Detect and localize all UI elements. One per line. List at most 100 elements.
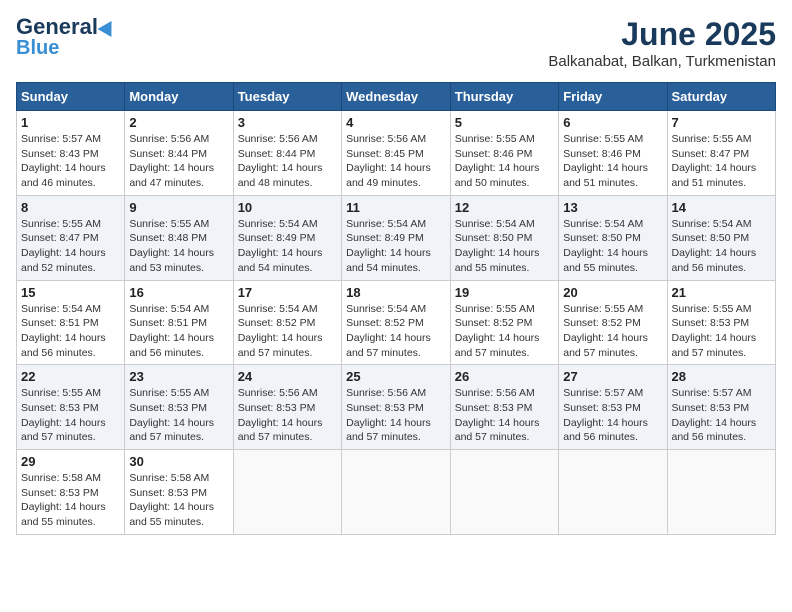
day-number: 22: [21, 369, 120, 384]
table-row: 27 Sunrise: 5:57 AM Sunset: 8:53 PM Dayl…: [559, 365, 667, 450]
table-row: 17 Sunrise: 5:54 AM Sunset: 8:52 PM Dayl…: [233, 280, 341, 365]
day-number: 14: [672, 200, 772, 215]
day-detail: Sunrise: 5:58 AM Sunset: 8:53 PM Dayligh…: [21, 471, 120, 530]
table-row: 11 Sunrise: 5:54 AM Sunset: 8:49 PM Dayl…: [342, 195, 451, 280]
day-number: 1: [21, 115, 120, 130]
logo-text-general: General: [16, 16, 98, 38]
calendar-week-row: 15 Sunrise: 5:54 AM Sunset: 8:51 PM Dayl…: [17, 280, 776, 365]
table-row: [450, 450, 558, 535]
table-row: 28 Sunrise: 5:57 AM Sunset: 8:53 PM Dayl…: [667, 365, 776, 450]
day-detail: Sunrise: 5:56 AM Sunset: 8:53 PM Dayligh…: [346, 386, 446, 445]
day-detail: Sunrise: 5:54 AM Sunset: 8:50 PM Dayligh…: [563, 217, 662, 276]
day-detail: Sunrise: 5:58 AM Sunset: 8:53 PM Dayligh…: [129, 471, 228, 530]
day-detail: Sunrise: 5:54 AM Sunset: 8:51 PM Dayligh…: [21, 302, 120, 361]
table-row: [342, 450, 451, 535]
day-detail: Sunrise: 5:54 AM Sunset: 8:50 PM Dayligh…: [455, 217, 554, 276]
day-detail: Sunrise: 5:54 AM Sunset: 8:49 PM Dayligh…: [346, 217, 446, 276]
day-number: 7: [672, 115, 772, 130]
day-number: 3: [238, 115, 337, 130]
table-row: 13 Sunrise: 5:54 AM Sunset: 8:50 PM Dayl…: [559, 195, 667, 280]
table-row: 18 Sunrise: 5:54 AM Sunset: 8:52 PM Dayl…: [342, 280, 451, 365]
day-number: 24: [238, 369, 337, 384]
day-number: 26: [455, 369, 554, 384]
table-row: 7 Sunrise: 5:55 AM Sunset: 8:47 PM Dayli…: [667, 111, 776, 196]
table-row: 9 Sunrise: 5:55 AM Sunset: 8:48 PM Dayli…: [125, 195, 233, 280]
day-detail: Sunrise: 5:55 AM Sunset: 8:53 PM Dayligh…: [129, 386, 228, 445]
day-number: 23: [129, 369, 228, 384]
header-saturday: Saturday: [667, 83, 776, 111]
day-number: 19: [455, 285, 554, 300]
day-detail: Sunrise: 5:54 AM Sunset: 8:51 PM Dayligh…: [129, 302, 228, 361]
table-row: 24 Sunrise: 5:56 AM Sunset: 8:53 PM Dayl…: [233, 365, 341, 450]
table-row: 15 Sunrise: 5:54 AM Sunset: 8:51 PM Dayl…: [17, 280, 125, 365]
table-row: [559, 450, 667, 535]
day-detail: Sunrise: 5:56 AM Sunset: 8:53 PM Dayligh…: [455, 386, 554, 445]
day-number: 21: [672, 285, 772, 300]
calendar-week-row: 1 Sunrise: 5:57 AM Sunset: 8:43 PM Dayli…: [17, 111, 776, 196]
table-row: [667, 450, 776, 535]
day-detail: Sunrise: 5:54 AM Sunset: 8:52 PM Dayligh…: [346, 302, 446, 361]
calendar-week-row: 29 Sunrise: 5:58 AM Sunset: 8:53 PM Dayl…: [17, 450, 776, 535]
table-row: 5 Sunrise: 5:55 AM Sunset: 8:46 PM Dayli…: [450, 111, 558, 196]
day-number: 10: [238, 200, 337, 215]
day-number: 20: [563, 285, 662, 300]
calendar-header: Sunday Monday Tuesday Wednesday Thursday…: [17, 83, 776, 111]
header-sunday: Sunday: [17, 83, 125, 111]
logo: General Blue: [16, 16, 116, 58]
day-detail: Sunrise: 5:56 AM Sunset: 8:44 PM Dayligh…: [129, 132, 228, 191]
day-detail: Sunrise: 5:55 AM Sunset: 8:52 PM Dayligh…: [563, 302, 662, 361]
day-detail: Sunrise: 5:57 AM Sunset: 8:53 PM Dayligh…: [672, 386, 772, 445]
day-number: 9: [129, 200, 228, 215]
page-title: June 2025: [548, 16, 776, 53]
day-detail: Sunrise: 5:55 AM Sunset: 8:48 PM Dayligh…: [129, 217, 228, 276]
day-detail: Sunrise: 5:55 AM Sunset: 8:47 PM Dayligh…: [21, 217, 120, 276]
day-number: 11: [346, 200, 446, 215]
header-tuesday: Tuesday: [233, 83, 341, 111]
table-row: 30 Sunrise: 5:58 AM Sunset: 8:53 PM Dayl…: [125, 450, 233, 535]
day-detail: Sunrise: 5:54 AM Sunset: 8:52 PM Dayligh…: [238, 302, 337, 361]
table-row: 16 Sunrise: 5:54 AM Sunset: 8:51 PM Dayl…: [125, 280, 233, 365]
calendar-week-row: 8 Sunrise: 5:55 AM Sunset: 8:47 PM Dayli…: [17, 195, 776, 280]
table-row: 20 Sunrise: 5:55 AM Sunset: 8:52 PM Dayl…: [559, 280, 667, 365]
day-detail: Sunrise: 5:55 AM Sunset: 8:47 PM Dayligh…: [672, 132, 772, 191]
table-row: 3 Sunrise: 5:56 AM Sunset: 8:44 PM Dayli…: [233, 111, 341, 196]
day-number: 12: [455, 200, 554, 215]
header-friday: Friday: [559, 83, 667, 111]
day-detail: Sunrise: 5:56 AM Sunset: 8:44 PM Dayligh…: [238, 132, 337, 191]
table-row: 2 Sunrise: 5:56 AM Sunset: 8:44 PM Dayli…: [125, 111, 233, 196]
day-number: 28: [672, 369, 772, 384]
day-number: 27: [563, 369, 662, 384]
table-row: 25 Sunrise: 5:56 AM Sunset: 8:53 PM Dayl…: [342, 365, 451, 450]
table-row: 21 Sunrise: 5:55 AM Sunset: 8:53 PM Dayl…: [667, 280, 776, 365]
day-number: 18: [346, 285, 446, 300]
header-row: Sunday Monday Tuesday Wednesday Thursday…: [17, 83, 776, 111]
day-number: 6: [563, 115, 662, 130]
day-detail: Sunrise: 5:54 AM Sunset: 8:50 PM Dayligh…: [672, 217, 772, 276]
table-row: 12 Sunrise: 5:54 AM Sunset: 8:50 PM Dayl…: [450, 195, 558, 280]
header-monday: Monday: [125, 83, 233, 111]
day-number: 15: [21, 285, 120, 300]
table-row: 10 Sunrise: 5:54 AM Sunset: 8:49 PM Dayl…: [233, 195, 341, 280]
day-detail: Sunrise: 5:55 AM Sunset: 8:52 PM Dayligh…: [455, 302, 554, 361]
header-wednesday: Wednesday: [342, 83, 451, 111]
day-detail: Sunrise: 5:55 AM Sunset: 8:53 PM Dayligh…: [672, 302, 772, 361]
day-number: 13: [563, 200, 662, 215]
day-detail: Sunrise: 5:56 AM Sunset: 8:53 PM Dayligh…: [238, 386, 337, 445]
day-number: 16: [129, 285, 228, 300]
day-number: 8: [21, 200, 120, 215]
page-subtitle: Balkanabat, Balkan, Turkmenistan: [548, 53, 776, 70]
day-detail: Sunrise: 5:54 AM Sunset: 8:49 PM Dayligh…: [238, 217, 337, 276]
table-row: 14 Sunrise: 5:54 AM Sunset: 8:50 PM Dayl…: [667, 195, 776, 280]
day-number: 2: [129, 115, 228, 130]
table-row: 26 Sunrise: 5:56 AM Sunset: 8:53 PM Dayl…: [450, 365, 558, 450]
page-header: General Blue June 2025 Balkanabat, Balka…: [16, 16, 776, 70]
table-row: 6 Sunrise: 5:55 AM Sunset: 8:46 PM Dayli…: [559, 111, 667, 196]
day-detail: Sunrise: 5:55 AM Sunset: 8:46 PM Dayligh…: [455, 132, 554, 191]
day-number: 30: [129, 454, 228, 469]
header-thursday: Thursday: [450, 83, 558, 111]
day-number: 29: [21, 454, 120, 469]
day-number: 25: [346, 369, 446, 384]
table-row: 19 Sunrise: 5:55 AM Sunset: 8:52 PM Dayl…: [450, 280, 558, 365]
calendar-table: Sunday Monday Tuesday Wednesday Thursday…: [16, 82, 776, 535]
table-row: 23 Sunrise: 5:55 AM Sunset: 8:53 PM Dayl…: [125, 365, 233, 450]
